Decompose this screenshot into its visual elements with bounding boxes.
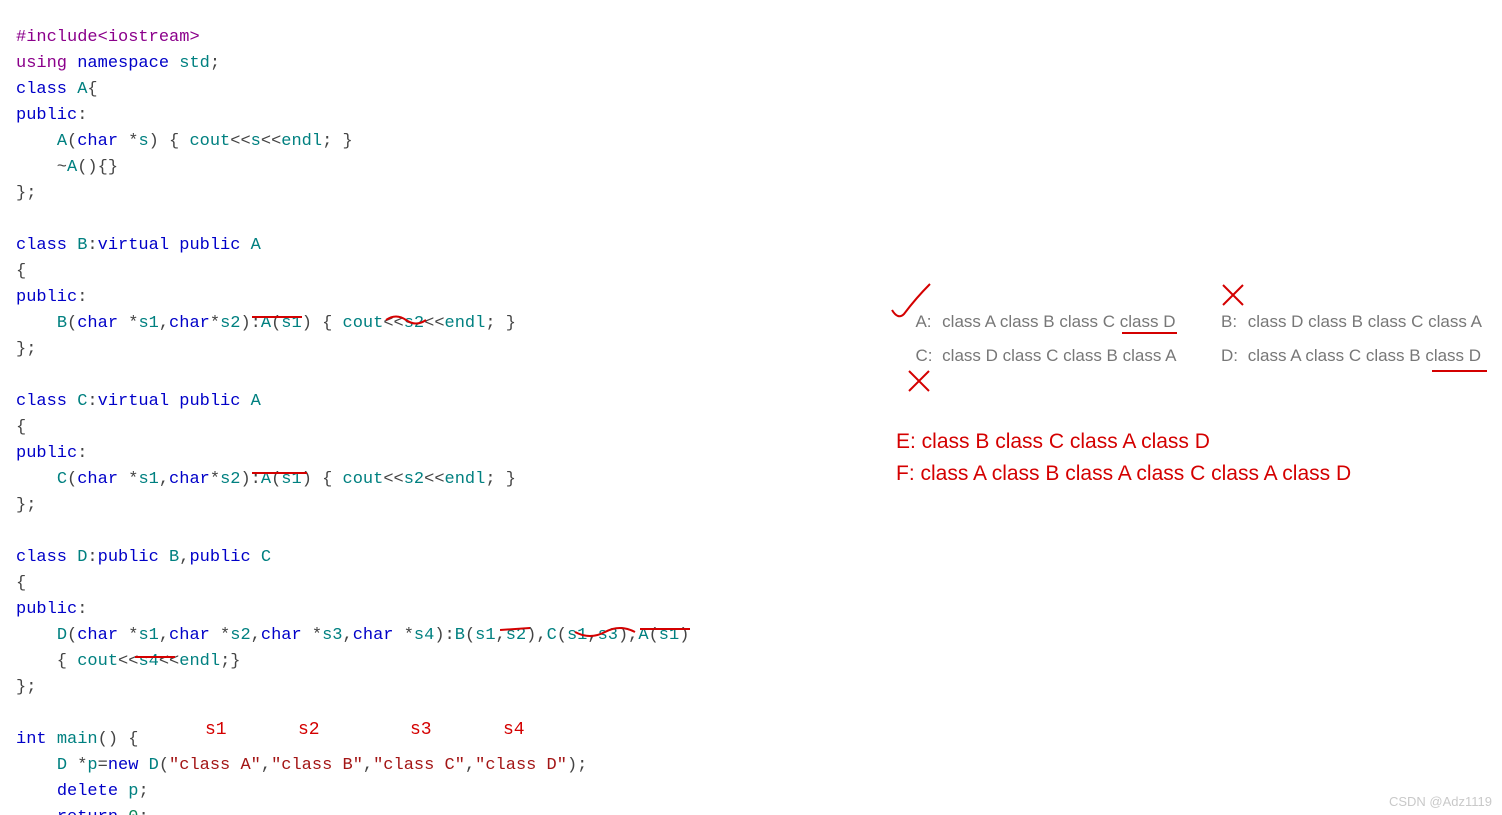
type-int: int — [16, 730, 47, 749]
keyword-public: public — [16, 106, 77, 125]
string-class-a: "class A" — [169, 756, 261, 775]
string-class-d: "class D" — [475, 756, 567, 775]
answer-choices: A: class A class B class C class D B: cl… — [915, 312, 1482, 380]
class-a: A — [77, 80, 87, 99]
label-s4: s4 — [503, 720, 525, 740]
keyword-return: return — [57, 808, 118, 815]
choice-c-text: class D class C class B class A — [942, 346, 1175, 365]
ctor-c: C — [57, 470, 67, 489]
keyword-delete: delete — [57, 782, 118, 801]
library: <iostream> — [98, 28, 200, 47]
label-s2: s2 — [298, 720, 320, 740]
keyword-public: public — [16, 288, 77, 307]
choice-d-text: class A class C class B class D — [1248, 346, 1481, 365]
underline-a-s1-d — [640, 628, 690, 630]
dtor-a: A — [67, 158, 77, 177]
class-d: D — [77, 548, 87, 567]
class-b: B — [77, 236, 87, 255]
identifier-std: std — [179, 54, 210, 73]
keyword-using: using — [16, 54, 67, 73]
keyword-new: new — [108, 756, 139, 775]
keyword-virtual: virtual — [98, 236, 169, 255]
ctor-a: A — [57, 132, 67, 151]
choice-d-label: D: — [1221, 346, 1243, 366]
choice-c-label: C: — [915, 346, 937, 366]
choice-e: E: class B class C class A class D — [896, 430, 1210, 454]
keyword-class: class — [16, 392, 67, 411]
keyword-class: class — [16, 236, 67, 255]
underline-class-d-choice-a — [1122, 332, 1177, 334]
type-char: char — [77, 132, 118, 151]
x-mark-b — [1220, 282, 1246, 308]
string-class-c: "class C" — [373, 756, 465, 775]
keyword-public: public — [179, 236, 240, 255]
label-s3: s3 — [410, 720, 432, 740]
watermark: CSDN @Adz1119 — [1389, 794, 1492, 809]
keyword-class: class — [16, 548, 67, 567]
code-block: #include<iostream> using namespace std; … — [16, 25, 689, 815]
check-mark-a — [886, 280, 936, 330]
choice-b-text: class D class B class C class A — [1248, 312, 1482, 331]
choice-a-text: class A class B class C class D — [942, 312, 1175, 331]
underline-s4 — [135, 656, 175, 658]
keyword-namespace: namespace — [77, 54, 169, 73]
underline-class-d-choice-d — [1432, 370, 1487, 372]
fn-main: main — [57, 730, 98, 749]
underline-a-s1-b — [252, 316, 302, 318]
keyword-class: class — [16, 80, 67, 99]
ctor-b: B — [57, 314, 67, 333]
ctor-d: D — [57, 626, 67, 645]
string-class-b: "class B" — [271, 756, 363, 775]
preprocessor: #include — [16, 28, 98, 47]
choice-b-label: B: — [1221, 312, 1243, 332]
label-s1: s1 — [205, 720, 227, 740]
squiggle-s2-b — [386, 316, 426, 326]
squiggle-s3-d — [575, 628, 635, 640]
underline-a-s1-c — [252, 472, 307, 474]
class-c: C — [77, 392, 87, 411]
choice-f: F: class A class B class A class C class… — [896, 462, 1351, 486]
x-mark-c — [906, 368, 932, 394]
